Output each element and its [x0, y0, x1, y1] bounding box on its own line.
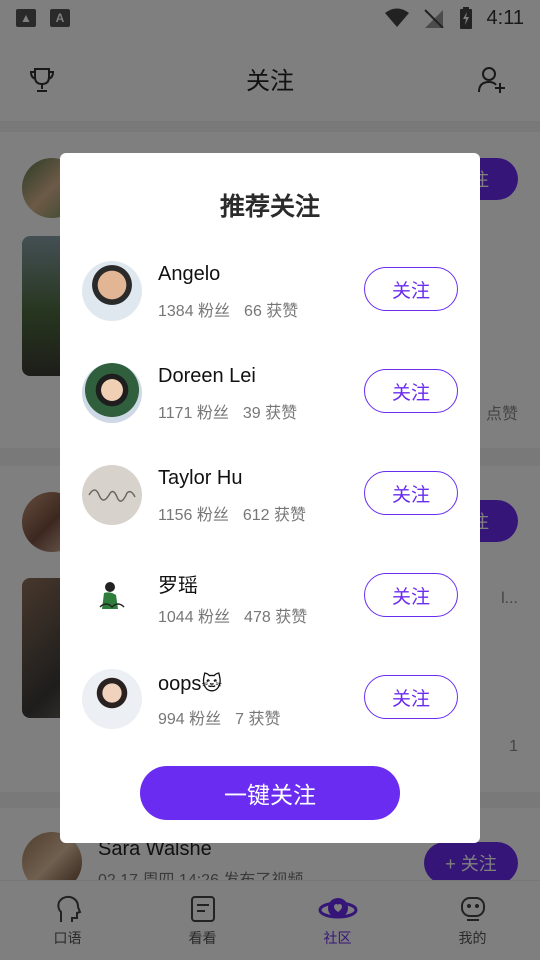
- fans-count: 1171 粉丝: [158, 405, 229, 422]
- fans-count: 994 粉丝: [158, 711, 222, 728]
- likes-count: 66 获赞: [244, 303, 299, 320]
- user-name[interactable]: Angelo: [158, 263, 220, 286]
- list-item: 罗瑶 1044 粉丝 478 获赞 关注: [60, 557, 480, 659]
- likes-count: 39 获赞: [242, 405, 298, 422]
- recommended-users-list: Angelo 1384 粉丝 66 获赞 关注 Doreen Lei 1171 …: [60, 251, 480, 761]
- list-item: Taylor Hu 1156 粉丝 612 获赞 关注: [60, 455, 480, 557]
- follow-all-button[interactable]: 一键关注: [140, 766, 400, 820]
- signature-image: [88, 489, 136, 502]
- fans-count: 1044 粉丝: [158, 609, 231, 626]
- list-item: Doreen Lei 1171 粉丝 39 获赞 关注: [60, 353, 480, 455]
- illustration-image: [99, 582, 125, 609]
- avatar[interactable]: [82, 363, 142, 423]
- dialog-title: 推荐关注: [219, 193, 320, 221]
- avatar[interactable]: [82, 669, 142, 729]
- fans-count: 1156 粉丝: [158, 507, 229, 524]
- likes-count: 7 获赞: [235, 711, 281, 728]
- recommended-follow-dialog: 推荐关注 Angelo 1384 粉丝 66 获赞 关注 Doreen Lei …: [60, 153, 480, 843]
- avatar[interactable]: [82, 261, 142, 321]
- user-stats: 1171 粉丝 39 获赞: [158, 399, 297, 423]
- likes-count: 478 获赞: [244, 609, 308, 626]
- follow-button[interactable]: 关注: [364, 471, 458, 515]
- user-stats: 1384 粉丝 66 获赞: [158, 297, 298, 321]
- user-stats: 994 粉丝 7 获赞: [158, 705, 281, 729]
- follow-button[interactable]: 关注: [364, 573, 458, 617]
- avatar[interactable]: [82, 567, 142, 627]
- follow-button[interactable]: 关注: [364, 675, 458, 719]
- list-item: oops🐱 994 粉丝 7 获赞 关注: [60, 659, 480, 761]
- user-stats: 1044 粉丝 478 获赞: [158, 603, 307, 627]
- user-stats: 1156 粉丝 612 获赞: [158, 501, 306, 525]
- follow-button[interactable]: 关注: [364, 267, 458, 311]
- list-item: Angelo 1384 粉丝 66 获赞 关注: [60, 251, 480, 353]
- user-name[interactable]: Taylor Hu: [158, 467, 242, 490]
- likes-count: 612 获赞: [242, 507, 307, 524]
- user-name[interactable]: Doreen Lei: [158, 365, 256, 388]
- avatar[interactable]: [82, 465, 142, 525]
- user-name[interactable]: oops🐱: [158, 671, 222, 696]
- user-name[interactable]: 罗瑶: [158, 569, 198, 598]
- follow-button[interactable]: 关注: [364, 369, 458, 413]
- fans-count: 1384 粉丝: [158, 303, 231, 320]
